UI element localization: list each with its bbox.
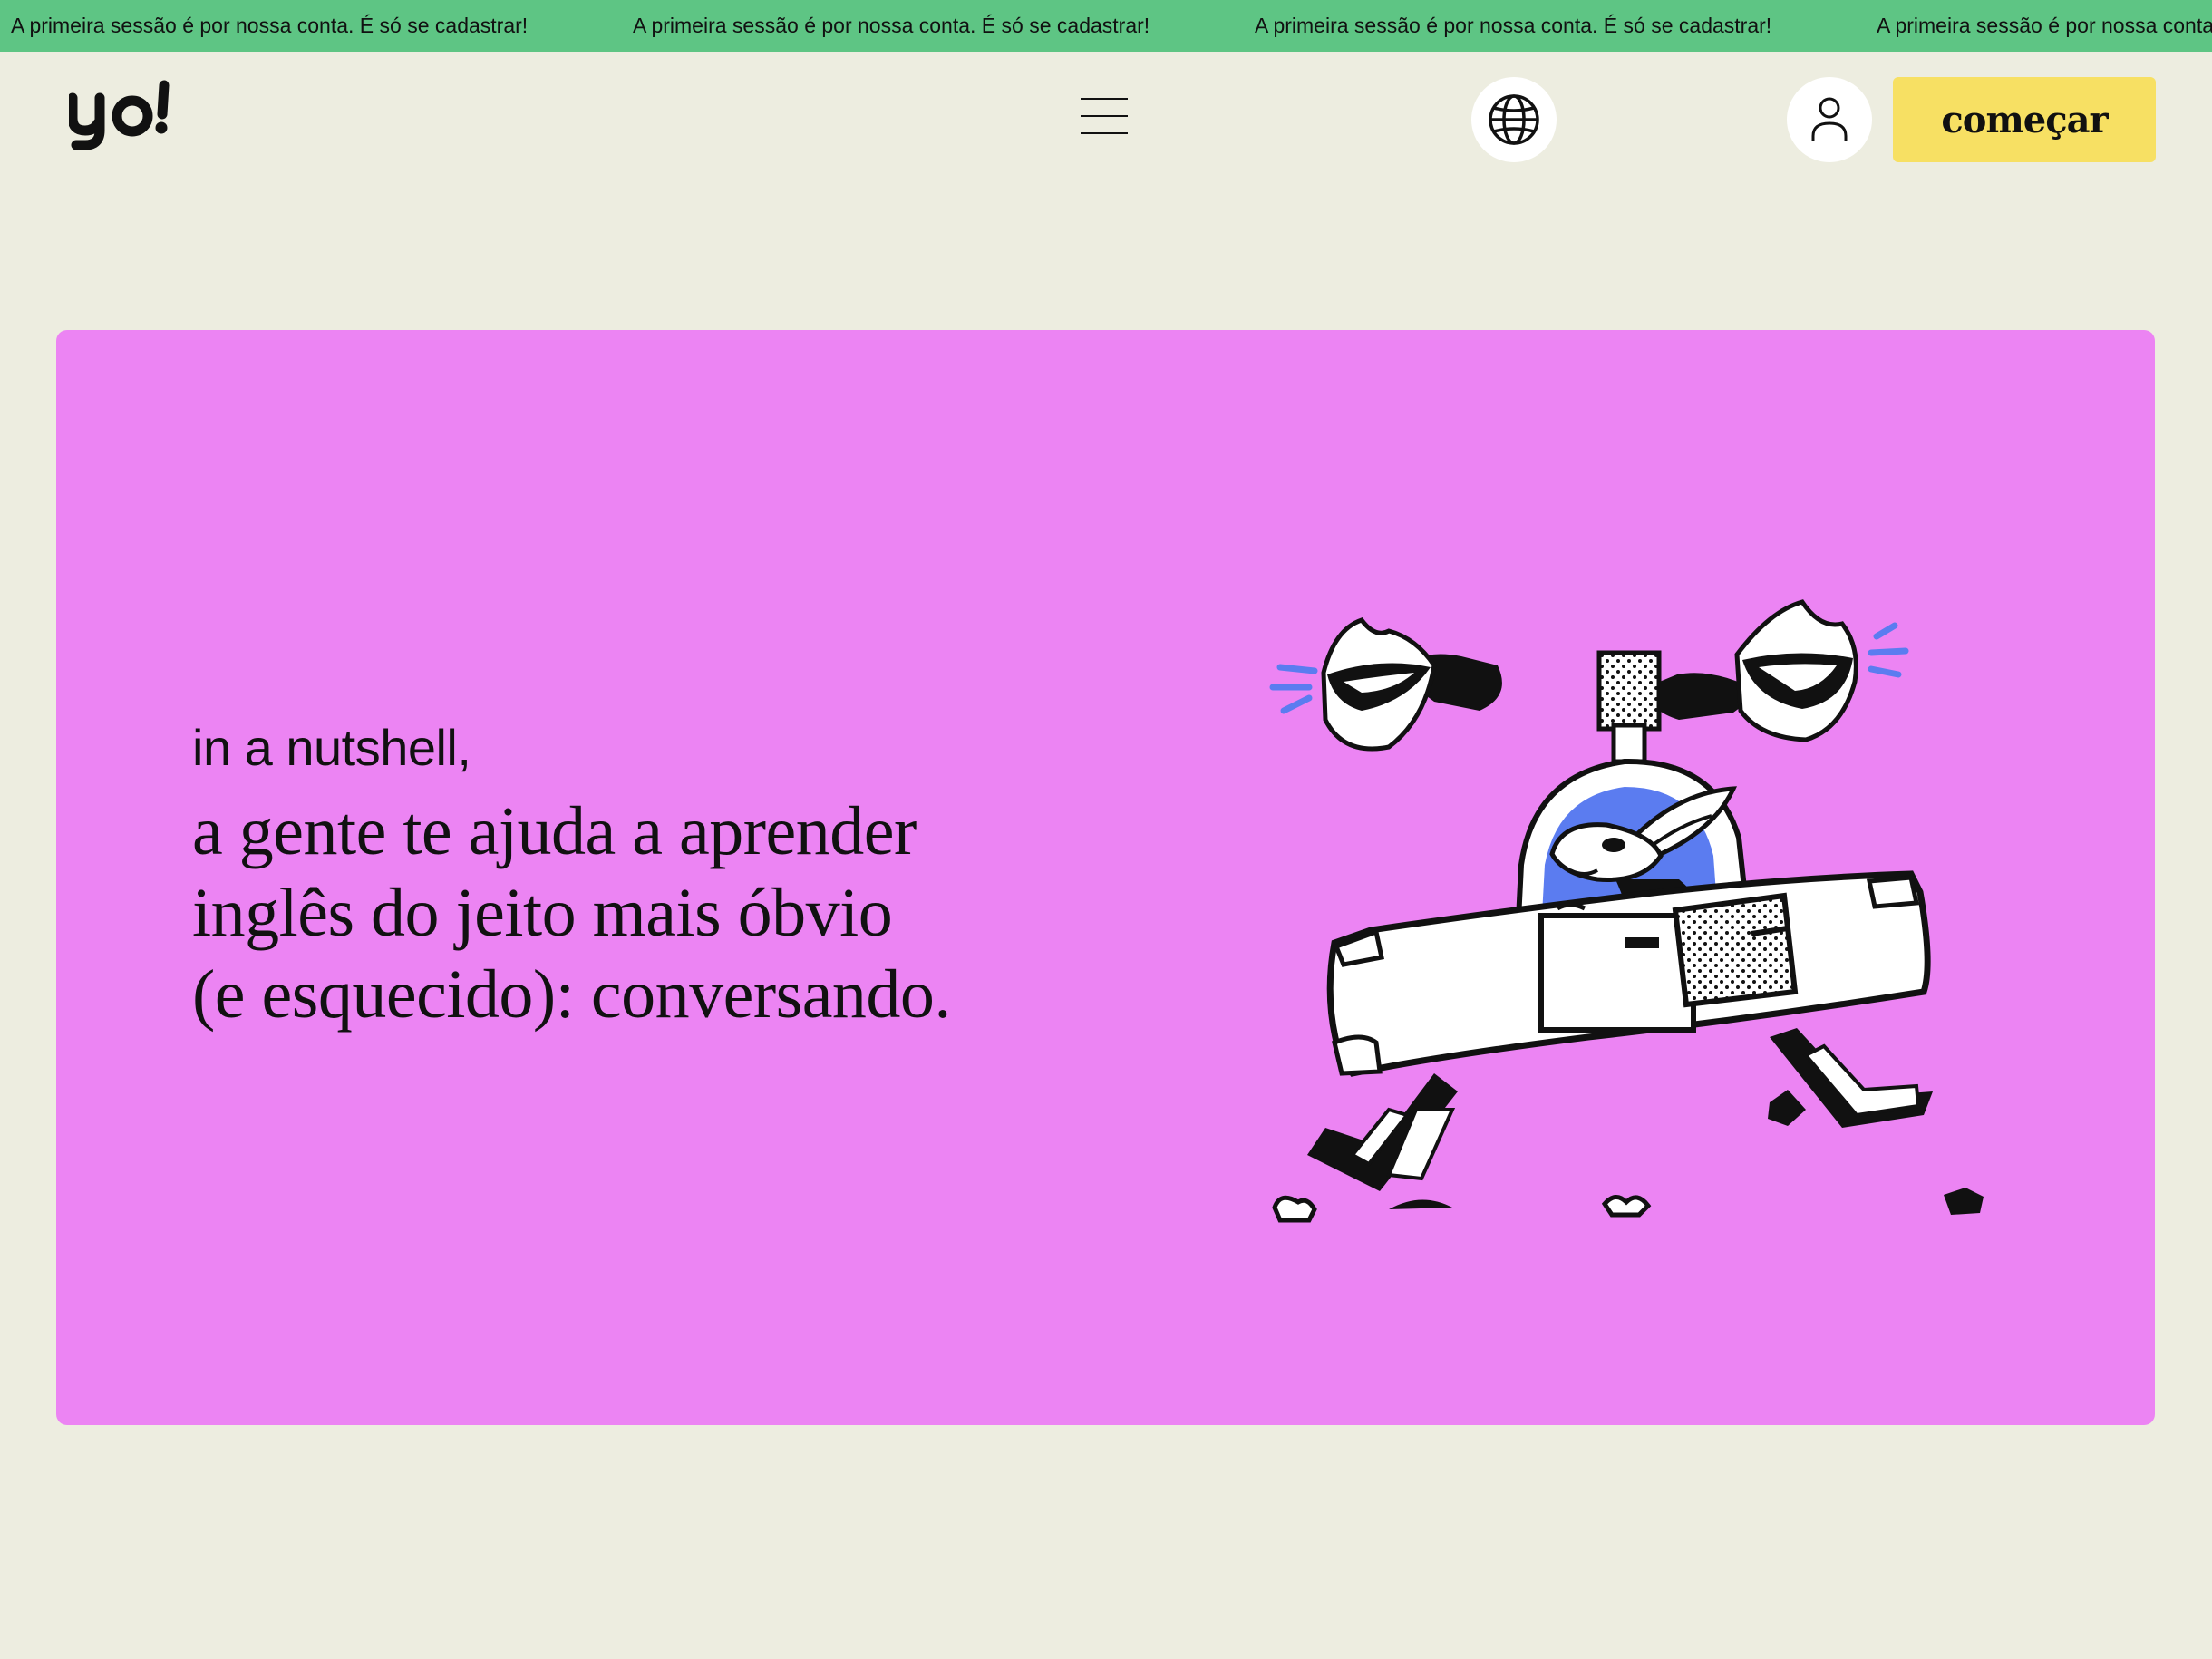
hamburger-menu-line bbox=[1081, 132, 1128, 134]
announcement-ticker: A primeira sessão é por nossa conta. É s… bbox=[0, 0, 2212, 52]
hero-headline: a gente te ajuda a aprender inglês do je… bbox=[192, 791, 1099, 1035]
hero-card: in a nutshell, a gente te ajuda a aprend… bbox=[56, 330, 2155, 1425]
ticker-message: A primeira sessão é por nossa conta. É s… bbox=[633, 14, 1150, 37]
hero-headline-line: (e esquecido): conversando. bbox=[192, 956, 951, 1033]
yo-logo-icon bbox=[67, 80, 170, 150]
hamburger-menu-icon bbox=[1081, 98, 1128, 100]
ground-rocks bbox=[1272, 1195, 1652, 1223]
hero-headline-line: inglês do jeito mais óbvio bbox=[192, 875, 893, 951]
hamburger-menu-line bbox=[1081, 115, 1128, 117]
hero-kicker: in a nutshell, bbox=[192, 719, 471, 776]
motion-lines-left bbox=[1269, 664, 1318, 714]
hero-headline-line: a gente te ajuda a aprender bbox=[192, 793, 917, 869]
rabbit-car-illustration bbox=[1269, 599, 1984, 1223]
lips-right-icon bbox=[1646, 599, 1858, 742]
ticker-message: A primeira sessão é por nossa conta. É s… bbox=[1255, 14, 1772, 37]
lips-left-icon bbox=[1321, 617, 1502, 752]
start-button[interactable]: começar bbox=[1893, 77, 2156, 162]
language-button[interactable] bbox=[1471, 77, 1557, 162]
ticker-message: A primeira sessão é por nossa conta. É s… bbox=[1877, 14, 2212, 37]
logo[interactable] bbox=[67, 80, 176, 150]
user-icon bbox=[1811, 97, 1848, 141]
account-button[interactable] bbox=[1787, 77, 1872, 162]
motion-lines-right bbox=[1868, 622, 1909, 678]
ticker-message: A primeira sessão é por nossa conta. É s… bbox=[11, 14, 529, 37]
menu-button[interactable] bbox=[1077, 92, 1131, 140]
globe-icon bbox=[1489, 94, 1539, 145]
